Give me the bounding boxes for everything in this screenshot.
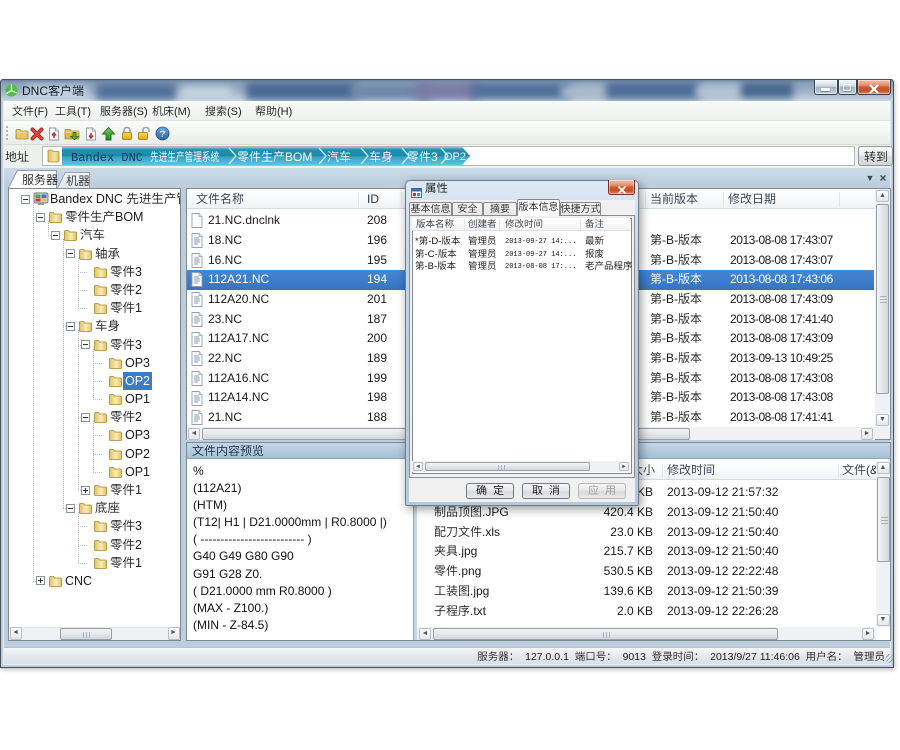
svg-text:?: ? [160,129,166,140]
